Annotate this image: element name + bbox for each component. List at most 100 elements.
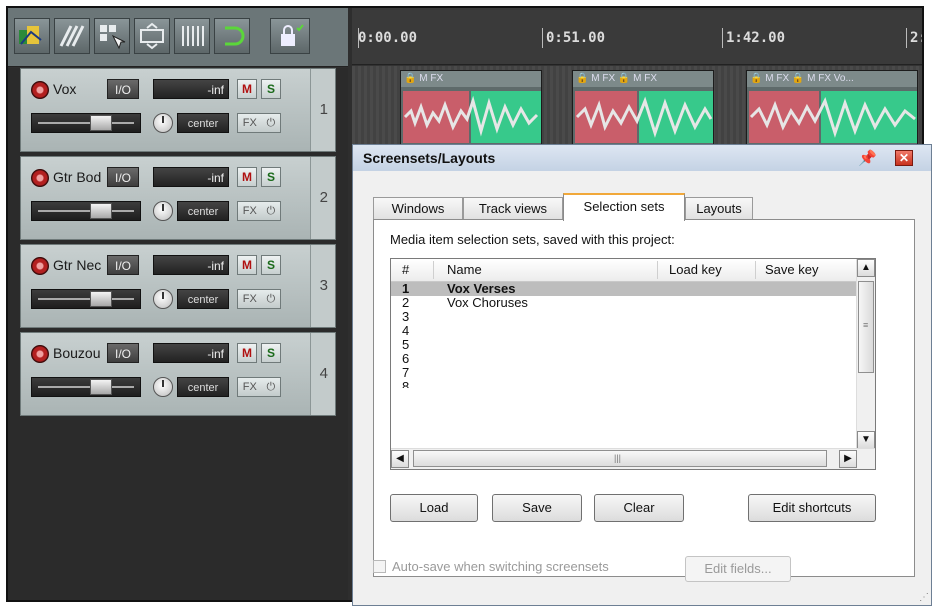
io-button[interactable]: I/O: [107, 343, 139, 363]
pin-icon[interactable]: 📌: [858, 149, 877, 167]
volume-readout[interactable]: -inf: [153, 167, 229, 187]
record-arm-button[interactable]: [31, 257, 49, 275]
autosave-label: Auto-save when switching screensets: [392, 559, 609, 574]
trim-icon[interactable]: [174, 18, 210, 54]
clear-button[interactable]: Clear: [594, 494, 684, 522]
track-2[interactable]: Gtr Bod I/O -inf M S center FX ⏻ 2: [20, 156, 336, 240]
tab-windows[interactable]: Windows: [373, 197, 463, 219]
autosave-checkbox[interactable]: [373, 560, 386, 573]
list-row[interactable]: 7: [391, 366, 857, 380]
pan-knob[interactable]: [153, 377, 173, 397]
screensets-dialog[interactable]: Screensets/Layouts 📌 ✕ Windows Track vie…: [352, 144, 932, 606]
list-row[interactable]: 5: [391, 338, 857, 352]
panel-description: Media item selection sets, saved with th…: [390, 232, 675, 247]
list-row[interactable]: 2 Vox Choruses: [391, 296, 857, 310]
power-icon[interactable]: ⏻: [266, 117, 275, 130]
mute-button[interactable]: M: [237, 167, 257, 187]
volume-readout[interactable]: -inf: [153, 79, 229, 99]
volume-fader[interactable]: [31, 289, 141, 309]
solo-button[interactable]: S: [261, 343, 281, 363]
track-4[interactable]: Bouzou I/O -inf M S center FX ⏻ 4: [20, 332, 336, 416]
media-item[interactable]: 🔒 M FX: [400, 70, 542, 148]
tab-layouts[interactable]: Layouts: [685, 197, 753, 219]
solo-button[interactable]: S: [261, 255, 281, 275]
volume-fader[interactable]: [31, 377, 141, 397]
edit-shortcuts-button[interactable]: Edit shortcuts: [748, 494, 876, 522]
fx-button[interactable]: FX ⏻: [237, 377, 281, 397]
ripple-icon[interactable]: [54, 18, 90, 54]
tab-track-views[interactable]: Track views: [463, 197, 563, 219]
pan-knob[interactable]: [153, 289, 173, 309]
record-arm-button[interactable]: [31, 169, 49, 187]
solo-button[interactable]: S: [261, 167, 281, 187]
io-button[interactable]: I/O: [107, 255, 139, 275]
item-grouping-icon[interactable]: [134, 18, 170, 54]
fx-label: FX: [242, 117, 257, 129]
lock-icon[interactable]: [270, 18, 310, 54]
row-number: 2: [402, 295, 410, 310]
volume-fader[interactable]: [31, 113, 141, 133]
list-row[interactable]: 4: [391, 324, 857, 338]
dialog-titlebar[interactable]: Screensets/Layouts 📌 ✕: [353, 145, 931, 171]
column-header-save-key[interactable]: Save key: [765, 262, 818, 277]
power-icon[interactable]: ⏻: [266, 381, 275, 394]
volume-fader[interactable]: [31, 201, 141, 221]
vertical-scroll-thumb[interactable]: ≡: [858, 281, 874, 373]
load-button[interactable]: Load: [390, 494, 478, 522]
power-icon[interactable]: ⏻: [266, 205, 275, 218]
solo-button[interactable]: S: [261, 79, 281, 99]
vertical-scrollbar[interactable]: ▲ ≡ ▼: [856, 259, 875, 449]
scroll-left-icon[interactable]: ◀: [391, 450, 409, 468]
mute-button[interactable]: M: [237, 343, 257, 363]
list-row[interactable]: 3: [391, 310, 857, 324]
mute-button[interactable]: M: [237, 79, 257, 99]
edit-fields-button[interactable]: Edit fields...: [685, 556, 791, 582]
selection-sets-list[interactable]: # Name Load key Save key 1 Vox Verses 2 Vo…: [390, 258, 876, 470]
resize-grip-icon[interactable]: ⋰: [919, 592, 929, 603]
tab-selection-sets[interactable]: Selection sets: [563, 193, 685, 221]
track-3[interactable]: Gtr Nec I/O -inf M S center FX ⏻ 3: [20, 244, 336, 328]
fx-button[interactable]: FX ⏻: [237, 289, 281, 309]
io-button[interactable]: I/O: [107, 167, 139, 187]
autosave-checkbox-row[interactable]: Auto-save when switching screensets: [373, 559, 609, 574]
close-icon[interactable]: ✕: [895, 150, 913, 166]
ruler-tick: 2:3: [910, 30, 922, 46]
pan-knob[interactable]: [153, 113, 173, 133]
track-1[interactable]: Vox I/O -inf M S center FX ⏻ 1: [20, 68, 336, 152]
column-header-number[interactable]: #: [402, 262, 409, 277]
io-button[interactable]: I/O: [107, 79, 139, 99]
dialog-title: Screensets/Layouts: [363, 150, 496, 166]
loop-icon[interactable]: [214, 18, 250, 54]
mute-button[interactable]: M: [237, 255, 257, 275]
media-item[interactable]: 🔒 M FX 🔒 M FX Vo...: [746, 70, 918, 148]
timeline-ruler[interactable]: 0:00.00 0:51.00 1:42.00 2:3: [352, 8, 922, 65]
row-name: Vox Choruses: [447, 295, 528, 310]
fx-button[interactable]: FX ⏻: [237, 113, 281, 133]
fx-button[interactable]: FX ⏻: [237, 201, 281, 221]
grid-snap-icon[interactable]: [94, 18, 130, 54]
column-header-load-key[interactable]: Load key: [669, 262, 722, 277]
volume-readout[interactable]: -inf: [153, 343, 229, 363]
horizontal-scroll-thumb[interactable]: |||: [413, 450, 827, 467]
list-row[interactable]: 6: [391, 352, 857, 366]
pan-knob[interactable]: [153, 201, 173, 221]
list-row[interactable]: 8: [391, 380, 857, 388]
item-header: 🔒 M FX 🔒 M FX Vo...: [747, 71, 917, 87]
item-name: Vo...: [833, 73, 854, 84]
scroll-right-icon[interactable]: ▶: [839, 450, 857, 468]
envelope-icon[interactable]: [14, 18, 50, 54]
record-arm-button[interactable]: [31, 345, 49, 363]
list-row[interactable]: 1 Vox Verses: [391, 282, 857, 296]
horizontal-scrollbar[interactable]: ◀ ||| ▶: [391, 448, 875, 469]
scroll-up-icon[interactable]: ▲: [857, 259, 875, 277]
scroll-down-icon[interactable]: ▼: [857, 431, 875, 449]
save-button[interactable]: Save: [492, 494, 582, 522]
track-number-column: 2: [310, 157, 335, 239]
column-header-name[interactable]: Name: [447, 262, 482, 277]
power-icon[interactable]: ⏻: [266, 293, 275, 306]
volume-readout[interactable]: -inf: [153, 255, 229, 275]
record-arm-button[interactable]: [31, 81, 49, 99]
track-lane[interactable]: 🔒 M FX 🔒 M FX 🔒 M FX 🔒 M FX 🔒 M FX Vo...: [352, 66, 922, 153]
track-number: 4: [319, 365, 328, 382]
media-item[interactable]: 🔒 M FX 🔒 M FX: [572, 70, 714, 148]
